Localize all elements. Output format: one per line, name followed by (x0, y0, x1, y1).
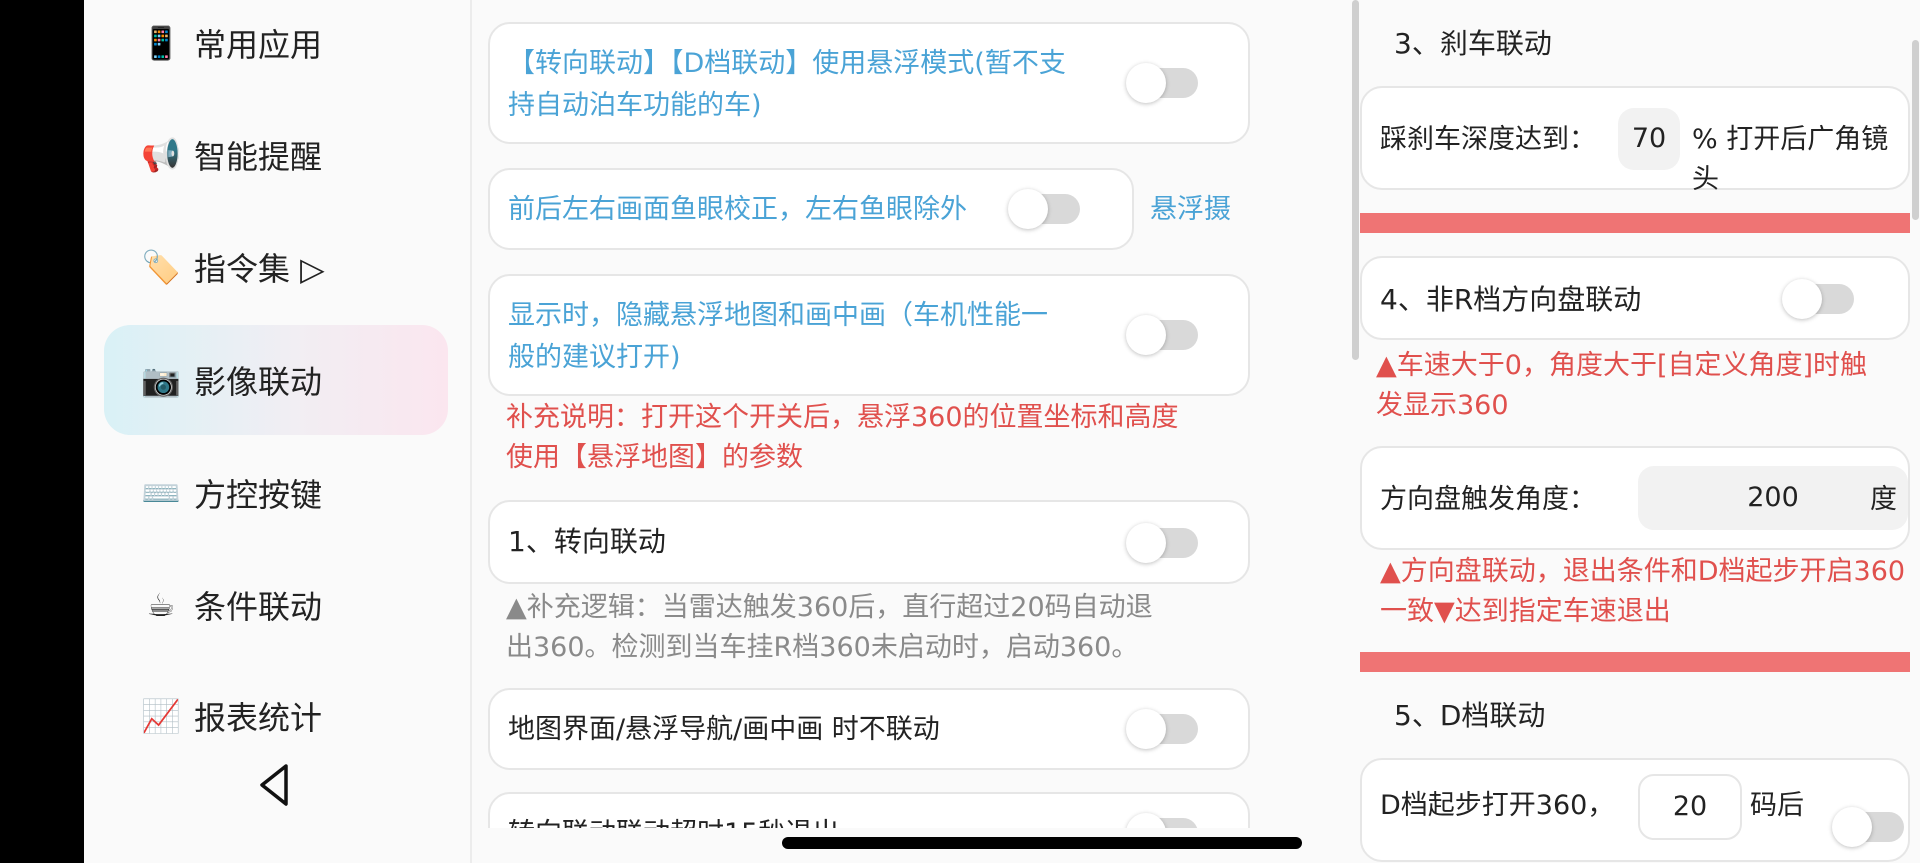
d-gear-linkage-title: 5、D档联动 (1394, 699, 1546, 732)
map-no-link-label: 地图界面/悬浮导航/画中画 时不联动 (508, 714, 940, 745)
sidebar: 📱 常用应用 📢 智能提醒 🏷️ 指令集 ▷ 📷 影像联动 ⌨️ 方控按键 ☕ … (84, 0, 472, 863)
brake-linkage-title: 3、刹车联动 (1394, 27, 1552, 60)
note-line1: 补充说明：打开这个开关后，悬浮360的位置坐标和高度 (506, 402, 1179, 433)
steering-note-line2: 发显示360 (1376, 390, 1509, 421)
steering-note-line1: ▲车速大于0，角度大于[自定义角度]时触 (1376, 350, 1868, 381)
megaphone-icon: 📢 (141, 136, 181, 174)
toggle-knob (1126, 709, 1166, 749)
d-gear-start-prefix: D档起步打开360， (1380, 790, 1615, 821)
d-gear-start-suffix: 码后 (1750, 790, 1804, 821)
steering-angle-unit: 度 (1870, 484, 1897, 515)
back-icon[interactable] (254, 760, 294, 810)
home-indicator[interactable] (782, 837, 1302, 849)
toggle-knob (1126, 523, 1166, 563)
logic-line1: ▲补充逻辑：当雷达触发360后，直行超过20码自动退 (506, 592, 1153, 623)
settings-right-column: 3、刹车联动 踩刹车深度达到： 70 % 打开后广角镜头 4、非R档方向盘联动 … (1360, 0, 1920, 863)
sidebar-item-steering-keys[interactable]: ⌨️ 方控按键 (104, 438, 448, 548)
toggle-knob (1832, 807, 1872, 847)
sidebar-item-command-set[interactable]: 🏷️ 指令集 ▷ (104, 212, 448, 322)
map-no-link-card: 地图界面/悬浮导航/画中画 时不联动 (488, 688, 1250, 770)
sidebar-item-camera-linkage[interactable]: 📷 影像联动 (104, 325, 448, 435)
hide-float-line2: 般的建议打开) (508, 342, 681, 373)
sidebar-item-label: 指令集 ▷ (194, 250, 325, 288)
non-r-steering-title: 4、非R档方向盘联动 (1380, 283, 1642, 316)
sidebar-item-label: 智能提醒 (194, 138, 323, 176)
brake-depth-prefix: 踩刹车深度达到： (1380, 124, 1596, 155)
fisheye-card: 前后左右画面鱼眼校正，左右鱼眼除外 (488, 168, 1134, 250)
hide-float-card: 显示时，隐藏悬浮地图和画中画（车机性能一 般的建议打开) (488, 274, 1250, 396)
steering-exit-line1: ▲方向盘联动，退出条件和D档起步开启360 (1380, 556, 1906, 587)
d-gear-start-toggle[interactable] (1832, 807, 1904, 847)
middle-scrollbar[interactable] (1352, 0, 1359, 360)
phone-icon: 📱 (141, 24, 181, 62)
non-r-steering-toggle[interactable] (1782, 279, 1854, 319)
sidebar-item-label: 方控按键 (194, 476, 323, 514)
float-mode-line1: 【转向联动】【D档联动】使用悬浮模式(暂不支 (508, 48, 1066, 79)
timeout-label: 转向联动联动超时15秒退出 (508, 814, 839, 828)
d-gear-start-card: D档起步打开360， 20 码后 (1360, 758, 1910, 862)
float-camera-label[interactable]: 悬浮摄 (1150, 190, 1231, 230)
float-mode-toggle[interactable] (1126, 63, 1198, 103)
camera-icon: 📷 (141, 361, 181, 399)
brake-depth-suffix: % 打开后广角镜头 (1692, 124, 1889, 195)
sidebar-item-label: 条件联动 (194, 588, 323, 626)
settings-middle-column: 【转向联动】【D档联动】使用悬浮模式(暂不支 持自动泊车功能的车) 前后左右画面… (470, 0, 1359, 863)
timeout-toggle[interactable] (1126, 813, 1198, 828)
float-mode-line2: 持自动泊车功能的车) (508, 90, 762, 121)
toggle-knob (1008, 189, 1048, 229)
toggle-knob (1782, 279, 1822, 319)
brake-depth-input[interactable]: 70 (1618, 108, 1680, 170)
map-no-link-toggle[interactable] (1126, 709, 1198, 749)
sidebar-item-label: 影像联动 (194, 363, 323, 401)
sidebar-item-label: 报表统计 (194, 699, 323, 737)
steering-angle-input[interactable]: 200 (1638, 466, 1908, 530)
sidebar-item-report-stats[interactable]: 📈 报表统计 (104, 661, 448, 771)
toggle-knob (1126, 63, 1166, 103)
sidebar-item-label: 常用应用 (194, 26, 323, 64)
right-scrollbar[interactable] (1912, 40, 1919, 220)
turn-linkage-title: 1、转向联动 (508, 525, 666, 558)
logic-line2: 出360。检测到当车挂R档360未启动时，启动360。 (506, 632, 1139, 663)
non-r-steering-card: 4、非R档方向盘联动 (1360, 256, 1910, 340)
toggle-knob (1126, 813, 1166, 828)
section-divider (1360, 213, 1910, 233)
coffee-icon: ☕ (146, 586, 176, 624)
sidebar-item-condition-linkage[interactable]: ☕ 条件联动 (104, 550, 448, 660)
left-black-bezel (0, 0, 84, 863)
hide-float-toggle[interactable] (1126, 315, 1198, 355)
brake-depth-card: 踩刹车深度达到： 70 % 打开后广角镜头 (1360, 86, 1910, 195)
app-window: 📱 常用应用 📢 智能提醒 🏷️ 指令集 ▷ 📷 影像联动 ⌨️ 方控按键 ☕ … (84, 0, 1920, 863)
note-line2: 使用【悬浮地图】的参数 (506, 442, 803, 473)
sidebar-item-smart-reminder[interactable]: 📢 智能提醒 (104, 100, 448, 210)
float-mode-card: 【转向联动】【D档联动】使用悬浮模式(暂不支 持自动泊车功能的车) (488, 22, 1250, 144)
toggle-knob (1126, 315, 1166, 355)
hide-float-line1: 显示时，隐藏悬浮地图和画中画（车机性能一 (508, 300, 1048, 331)
section-divider (1360, 652, 1910, 672)
steering-angle-label: 方向盘触发角度： (1380, 484, 1596, 515)
timeout-card: 转向联动联动超时15秒退出 (488, 792, 1250, 828)
chart-icon: 📈 (141, 697, 181, 735)
timeout-card-clip: 转向联动联动超时15秒退出 (488, 792, 1250, 828)
steering-exit-line2: 一致▼达到指定车速退出 (1380, 596, 1671, 627)
turn-linkage-toggle[interactable] (1126, 523, 1198, 563)
steering-angle-card: 方向盘触发角度： 200 度 (1360, 446, 1910, 550)
sidebar-item-common-apps[interactable]: 📱 常用应用 (104, 0, 448, 98)
turn-linkage-card: 1、转向联动 (488, 500, 1250, 584)
tag-icon: 🏷️ (141, 248, 181, 286)
d-gear-speed-input[interactable]: 20 (1638, 774, 1742, 840)
fisheye-label: 前后左右画面鱼眼校正，左右鱼眼除外 (508, 194, 967, 225)
fisheye-toggle[interactable] (1008, 189, 1080, 229)
keyboard-icon: ⌨️ (141, 474, 181, 512)
